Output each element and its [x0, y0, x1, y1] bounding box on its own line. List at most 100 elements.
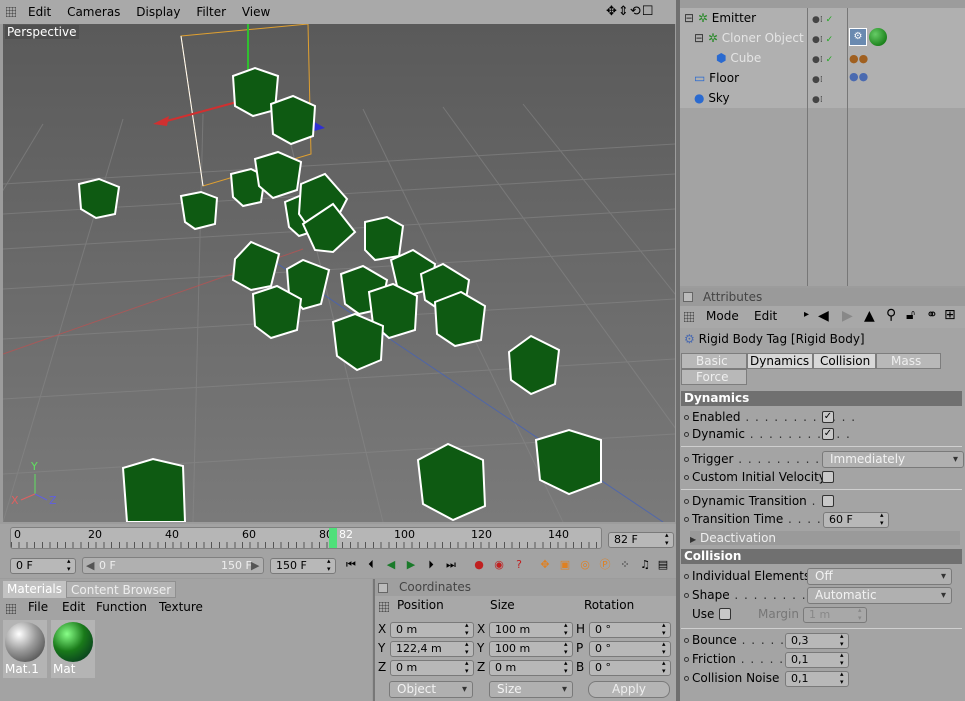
noise-field[interactable]: 0,1: [785, 670, 849, 687]
tab-force[interactable]: Force: [681, 369, 747, 385]
material-swatch-mat1[interactable]: Mat.1: [3, 620, 47, 678]
material-tag-icon[interactable]: [869, 28, 887, 46]
use-checkbox[interactable]: [719, 608, 731, 620]
autokey-icon[interactable]: ◉: [490, 556, 508, 574]
timeline-window-icon[interactable]: ▤: [654, 556, 672, 574]
object-row-sky[interactable]: ● Sky: [694, 90, 730, 106]
next-key-icon[interactable]: ⏵: [422, 556, 440, 574]
position-x-field[interactable]: 0 m: [390, 621, 474, 638]
menu-arrow-icon[interactable]: ▸: [804, 309, 809, 320]
gizmo-x-label: X: [11, 494, 19, 507]
new-panel-icon[interactable]: ⊞: [944, 307, 956, 323]
tab-materials[interactable]: Materials: [3, 581, 67, 598]
rotation-p-field[interactable]: 0 °: [589, 640, 671, 657]
move-view-icon[interactable]: ✥: [606, 4, 618, 19]
rotate-view-icon[interactable]: ⟲: [630, 4, 642, 19]
shape-row: Shape . . . . . . . . .: [684, 588, 816, 602]
search-icon[interactable]: ⚲: [886, 307, 896, 323]
individual-dropdown[interactable]: Off: [807, 568, 952, 585]
coordinate-mode-dropdown[interactable]: Object: [389, 681, 473, 698]
transition-time-field[interactable]: 60 F: [823, 511, 889, 528]
enabled-checkbox[interactable]: ✓: [822, 411, 834, 423]
maximize-view-icon[interactable]: ☐: [642, 4, 655, 19]
size-z-field[interactable]: 0 m: [489, 659, 573, 676]
material-swatch-mat[interactable]: Mat: [51, 620, 95, 678]
bounce-field[interactable]: 0,3: [785, 632, 849, 649]
keyframe-sel-icon[interactable]: ?: [510, 556, 528, 574]
menu-mode[interactable]: Mode: [700, 306, 745, 326]
object-row-cloner[interactable]: ⊟ ✲ Cloner Object: [694, 30, 804, 46]
visibility-dots[interactable]: ●⁞ ✓ ●⁞ ✓ ●⁞ ✓ ●⁞ ●⁞: [812, 10, 833, 110]
position-y-field[interactable]: 122,4 m: [390, 640, 474, 657]
panel-toggle-icon[interactable]: [378, 583, 388, 593]
go-start-icon[interactable]: ⏮: [342, 556, 360, 574]
timeline-ruler[interactable]: 0 20 40 60 80 82 100 120 140: [10, 527, 602, 549]
margin-field[interactable]: 1 m: [803, 606, 867, 623]
rotation-b-field[interactable]: 0 °: [589, 659, 671, 676]
current-frame-field[interactable]: 82 F: [608, 531, 674, 548]
object-row-emitter[interactable]: ⊟ ✲ Emitter: [684, 10, 756, 26]
rot-key-icon[interactable]: ◎: [576, 556, 594, 574]
tab-basic[interactable]: Basic: [681, 353, 747, 369]
position-z-field[interactable]: 0 m: [390, 659, 474, 676]
cube-tag-icon[interactable]: ●●: [849, 52, 868, 65]
friction-field[interactable]: 0,1: [785, 651, 849, 668]
back-arrow-icon[interactable]: ◀: [818, 308, 829, 324]
param-key-icon[interactable]: Ⓟ: [596, 556, 614, 574]
end-frame-field[interactable]: 150 F: [270, 557, 336, 574]
object-row-cube[interactable]: ⬢ Cube: [716, 50, 761, 66]
prev-key-icon[interactable]: ⏴: [362, 556, 380, 574]
menu-edit-attr[interactable]: Edit: [748, 306, 783, 326]
size-x-field[interactable]: 100 m: [489, 621, 573, 638]
menu-edit[interactable]: Edit: [22, 2, 57, 22]
rigid-body-tag-icon[interactable]: ⚙: [849, 28, 867, 46]
rotation-header: Rotation: [584, 598, 635, 612]
individual-row: Individual Elements: [684, 569, 810, 583]
menu-edit-mat[interactable]: Edit: [56, 597, 91, 617]
grip-icon: [6, 604, 16, 614]
size-mode-dropdown[interactable]: Size: [489, 681, 573, 698]
tab-collision[interactable]: Collision: [813, 353, 876, 369]
apply-button[interactable]: Apply: [588, 681, 670, 698]
pla-key-icon[interactable]: ⁘: [616, 556, 634, 574]
dynamic-checkbox[interactable]: ✓: [822, 428, 834, 440]
play-reverse-icon[interactable]: ◀: [382, 556, 400, 574]
rotation-h-field[interactable]: 0 °: [589, 621, 671, 638]
menu-file[interactable]: File: [22, 597, 54, 617]
menu-filter[interactable]: Filter: [190, 2, 232, 22]
tab-dynamics[interactable]: Dynamics: [747, 353, 813, 369]
forward-arrow-icon[interactable]: ▶: [842, 308, 853, 324]
menu-function[interactable]: Function: [90, 597, 153, 617]
trigger-dropdown[interactable]: Immediately: [822, 451, 964, 468]
floor-tag-icon[interactable]: ●●: [849, 70, 868, 83]
play-icon[interactable]: ▶: [402, 556, 420, 574]
use-row: Use: [692, 607, 715, 621]
start-frame-field[interactable]: 0 F: [10, 557, 76, 574]
range-slider[interactable]: ◀ 0 F 150 F ▶: [82, 557, 264, 574]
record-icon[interactable]: ●: [470, 556, 488, 574]
dolly-view-icon[interactable]: ⇕: [618, 4, 630, 19]
menu-cameras[interactable]: Cameras: [61, 2, 126, 22]
lock-icon[interactable]: 🔓︎: [906, 307, 915, 323]
margin-row: Margin .: [758, 607, 808, 621]
menu-display[interactable]: Display: [130, 2, 186, 22]
shape-dropdown[interactable]: Automatic: [807, 587, 952, 604]
object-row-floor[interactable]: ▭ Floor: [694, 70, 739, 86]
deactivation-row[interactable]: ▶ Deactivation: [690, 531, 960, 545]
menu-texture[interactable]: Texture: [153, 597, 209, 617]
dyn-transition-checkbox[interactable]: [822, 495, 834, 507]
up-arrow-icon[interactable]: ▲: [864, 308, 875, 324]
scheme-icon[interactable]: ♫: [636, 556, 654, 574]
tab-mass[interactable]: Mass: [876, 353, 941, 369]
size-y-field[interactable]: 100 m: [489, 640, 573, 657]
tab-content-browser[interactable]: Content Browser: [66, 581, 177, 598]
go-end-icon[interactable]: ⏭: [442, 556, 460, 574]
link-icon[interactable]: ⚭: [926, 307, 938, 323]
pos-key-icon[interactable]: ✥: [536, 556, 554, 574]
scale-key-icon[interactable]: ▣: [556, 556, 574, 574]
menu-view[interactable]: View: [236, 2, 276, 22]
viewport-3d[interactable]: Perspective Y X Z: [3, 24, 675, 522]
playhead[interactable]: [329, 528, 337, 548]
civ-checkbox[interactable]: [822, 471, 834, 483]
panel-toggle-icon[interactable]: [683, 292, 693, 302]
